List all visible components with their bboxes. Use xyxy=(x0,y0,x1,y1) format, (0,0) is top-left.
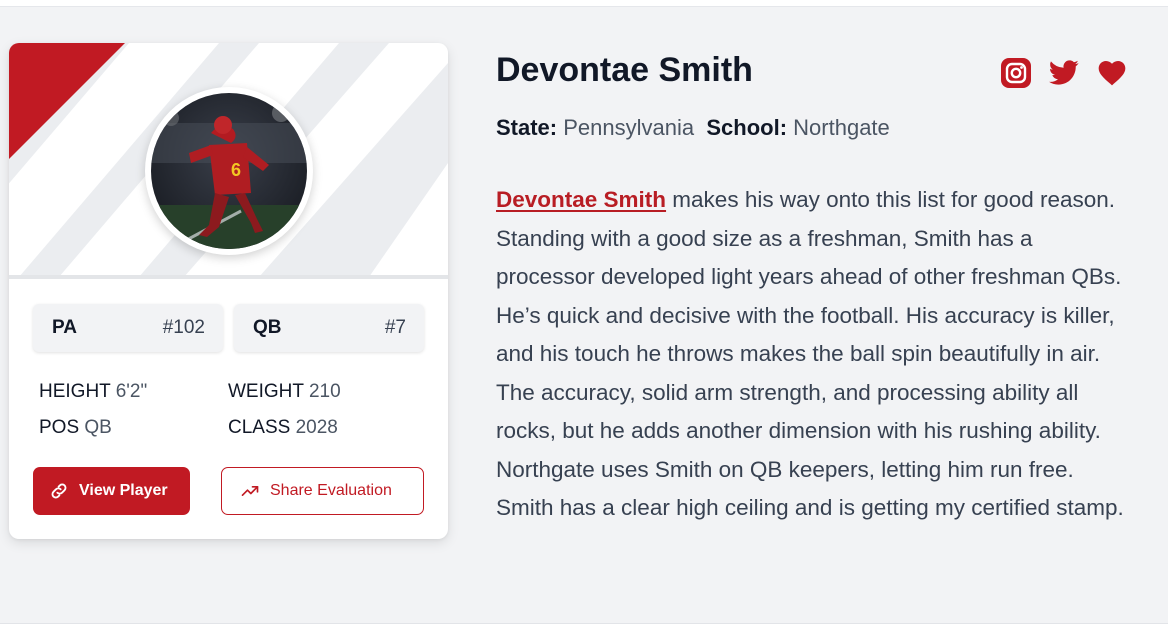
weight-label: WEIGHT xyxy=(228,381,304,402)
state-value: Pennsylvania xyxy=(563,115,695,140)
school-value: Northgate xyxy=(793,115,890,140)
trending-up-icon xyxy=(241,486,259,496)
school-label: School: xyxy=(706,115,788,140)
banner-divider xyxy=(9,275,448,279)
link-icon xyxy=(51,483,67,499)
pos-label: POS xyxy=(39,417,80,438)
weight-value: 210 xyxy=(308,381,341,402)
pos-info: POS QB xyxy=(39,417,112,439)
content-panel: 6 PA #102 QB #7 HEIGHT 6'2" WEIGHT 210 P… xyxy=(0,6,1168,624)
player-card: 6 PA #102 QB #7 HEIGHT 6'2" WEIGHT 210 P… xyxy=(9,43,448,539)
share-evaluation-label: Share Evaluation xyxy=(270,482,392,499)
heart-icon[interactable] xyxy=(1096,57,1128,89)
player-bio: Devontae Smith makes his way onto this l… xyxy=(496,181,1128,528)
bio-text: makes his way onto this list for good re… xyxy=(496,187,1124,520)
height-value: 6'2" xyxy=(115,381,148,402)
jersey-number: 6 xyxy=(231,160,241,180)
view-player-label: View Player xyxy=(79,482,168,499)
state-label: State: xyxy=(496,115,558,140)
weight-info: WEIGHT 210 xyxy=(228,381,341,403)
state-rank-label: PA xyxy=(52,317,77,338)
avatar-frame: 6 xyxy=(145,87,313,255)
class-value: 2028 xyxy=(295,417,338,438)
view-player-button[interactable]: View Player xyxy=(33,467,190,515)
twitter-icon[interactable] xyxy=(1048,57,1080,89)
state-rank-box: PA #102 xyxy=(33,304,223,352)
height-info: HEIGHT 6'2" xyxy=(39,381,147,403)
card-banner: 6 xyxy=(9,43,448,277)
player-name: Devontae Smith xyxy=(496,51,753,89)
player-profile-link[interactable]: Devontae Smith xyxy=(496,187,666,212)
position-rank-label: QB xyxy=(253,317,282,338)
pos-value: QB xyxy=(84,417,112,438)
player-avatar: 6 xyxy=(151,93,307,249)
player-meta: State: Pennsylvania School: Northgate xyxy=(496,115,890,141)
instagram-icon[interactable] xyxy=(1000,57,1032,89)
class-label: CLASS xyxy=(228,417,291,438)
share-evaluation-button[interactable]: Share Evaluation xyxy=(221,467,424,515)
class-info: CLASS 2028 xyxy=(228,417,338,439)
position-rank-value: #7 xyxy=(384,317,406,338)
height-label: HEIGHT xyxy=(39,381,111,402)
state-rank-value: #102 xyxy=(162,317,205,338)
position-rank-box: QB #7 xyxy=(234,304,424,352)
